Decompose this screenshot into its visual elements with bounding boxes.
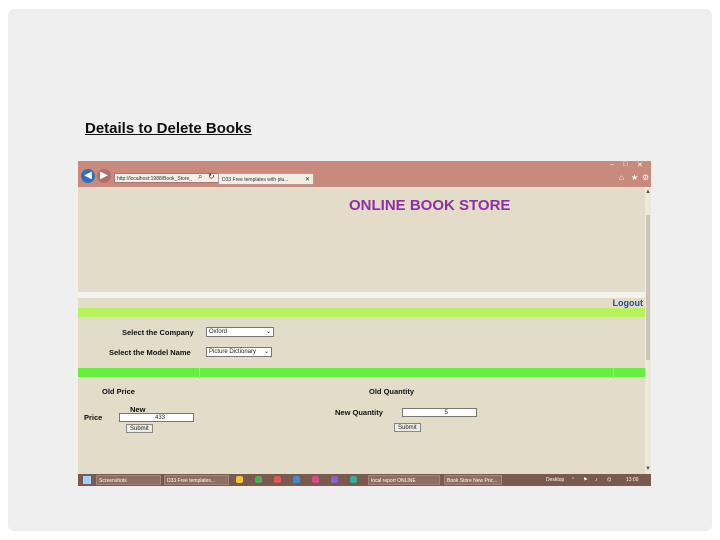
app-icon[interactable] [312, 476, 319, 483]
browser-tab[interactable]: D33 Free templates with plu... ✕ [218, 173, 314, 185]
select-model-label: Select the Model Name [109, 348, 191, 357]
old-price-label: Old Price [102, 387, 135, 396]
store-title: ONLINE BOOK STORE [349, 197, 511, 214]
header-divider [78, 292, 645, 298]
company-select-value: Oxford [209, 329, 228, 335]
scroll-up-icon[interactable]: ▲ [645, 189, 651, 195]
forward-arrow-icon[interactable]: ▶ [97, 169, 111, 183]
volume-icon[interactable]: ♪ [595, 475, 598, 485]
slide-title: Details to Delete Books [85, 120, 252, 137]
green-divider-separator [199, 368, 200, 377]
close-tab-icon[interactable]: ✕ [305, 174, 310, 186]
quantity-submit-button[interactable]: Submit [394, 423, 421, 432]
file-explorer-icon[interactable] [236, 476, 243, 483]
web-page: ONLINE BOOK STORE Logout Select the Comp… [78, 187, 645, 474]
maximize-icon[interactable]: □ [623, 161, 627, 168]
desktop-label[interactable]: Desktop [546, 475, 564, 485]
browser-icon[interactable] [293, 476, 300, 483]
logout-link[interactable]: Logout [613, 298, 644, 308]
green-divider-separator [613, 368, 614, 377]
gear-icon[interactable]: ⚙ [642, 173, 649, 182]
taskbar-item[interactable]: Book Store New Pric... [444, 475, 502, 485]
new-price-input[interactable]: 433 [119, 413, 194, 422]
new-quantity-input[interactable]: 5 [402, 408, 477, 417]
app-icon[interactable] [350, 476, 357, 483]
price-label: Price [84, 413, 103, 422]
new-quantity-label: New Quantity [335, 408, 383, 417]
windows-start-icon[interactable] [83, 476, 91, 484]
back-arrow-icon[interactable]: ◀ [81, 169, 95, 183]
company-select[interactable]: Oxford ⌄ [206, 327, 274, 337]
flag-icon[interactable]: ⚑ [583, 475, 587, 485]
home-icon[interactable]: ⌂ [619, 173, 624, 182]
green-divider [78, 368, 645, 377]
taskbar-item[interactable]: local report ONLINE [368, 475, 440, 485]
taskbar-item[interactable]: D33 Free templates... [164, 475, 229, 485]
close-window-icon[interactable]: ✕ [637, 161, 643, 169]
old-quantity-label: Old Quantity [369, 387, 414, 396]
chevron-up-icon[interactable]: ⌃ [571, 475, 575, 485]
taskbar: Screenshots D33 Free templates... local … [78, 474, 651, 486]
refresh-icon[interactable]: ↻ [208, 172, 215, 181]
model-select[interactable]: Picture Dictionary ⌄ [206, 347, 272, 357]
app-icon[interactable] [331, 476, 338, 483]
select-company-label: Select the Company [122, 328, 194, 337]
price-submit-button[interactable]: Submit [126, 424, 153, 433]
clock: 13:00 [626, 477, 639, 483]
scroll-down-icon[interactable]: ▼ [645, 466, 651, 472]
search-icon[interactable]: ⌕ [198, 172, 202, 182]
chevron-down-icon: ⌄ [263, 349, 269, 355]
scroll-thumb[interactable] [646, 215, 650, 360]
lime-divider [78, 308, 645, 317]
star-icon[interactable]: ★ [631, 173, 638, 182]
taskbar-item[interactable]: Screenshots [96, 475, 161, 485]
app-icon[interactable] [255, 476, 262, 483]
network-icon[interactable]: ⌬ [607, 475, 611, 485]
minimize-icon[interactable]: – [610, 161, 614, 168]
vertical-scrollbar[interactable]: ▲ ▼ [645, 187, 651, 474]
chevron-down-icon: ⌄ [265, 329, 271, 335]
browser-screenshot: ◀ ▶ http://localhost:1988/Book_Store_ ⌕ … [78, 161, 651, 486]
app-icon[interactable] [274, 476, 281, 483]
browser-chrome: ◀ ▶ http://localhost:1988/Book_Store_ ⌕ … [78, 161, 651, 187]
tab-label: D33 Free templates with plu... [222, 177, 289, 183]
model-select-value: Picture Dictionary [209, 349, 257, 355]
